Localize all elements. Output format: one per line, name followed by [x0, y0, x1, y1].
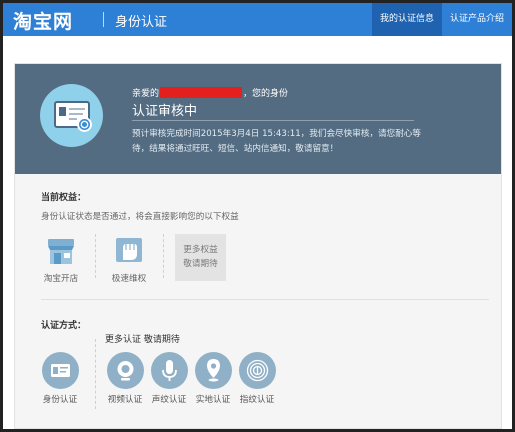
verify-badge-icon [77, 117, 92, 132]
verification-panel: 亲爱的 ，您的身份 认证审核中 预计审核完成时间2015年3月4日 15:43:… [14, 63, 502, 429]
verify-id-card[interactable]: 身份认证 [33, 352, 87, 405]
greeting-prefix: 亲爱的 [132, 89, 160, 99]
shop-icon [48, 239, 74, 264]
camera-icon [106, 352, 144, 389]
verify-fingerprint[interactable]: 指纹认证 [230, 352, 284, 405]
location-pin-icon [194, 352, 232, 389]
verify-label: 指纹认证 [239, 395, 275, 405]
benefit-label: 淘宝开店 [43, 274, 79, 284]
more-benefits-line: 更多权益 [183, 245, 218, 255]
id-card-icon [40, 84, 103, 147]
header-nav: 我的认证信息 认证产品介绍 [371, 3, 512, 36]
section-divider [41, 299, 489, 300]
benefit-divider [95, 234, 96, 278]
taobao-logo[interactable]: 淘宝网 [13, 7, 73, 34]
more-benefits-placeholder: 更多权益 敬请期待 [175, 234, 226, 281]
fist-icon [116, 238, 142, 262]
status-text: 认证审核中 [132, 104, 198, 119]
benefit-open-shop[interactable]: 淘宝开店 [39, 234, 83, 284]
id-card-photo [59, 107, 66, 116]
greeting-suffix: ，您的身份 [243, 89, 289, 99]
more-verify-title: 更多认证 敬请期待 [105, 335, 180, 345]
more-benefits-line: 敬请期待 [183, 259, 218, 269]
benefits-title: 当前权益： [41, 193, 87, 203]
header-divider [103, 12, 104, 27]
verify-label: 身份认证 [42, 395, 78, 405]
verify-methods-title: 认证方式： [41, 321, 87, 331]
nav-product-intro[interactable]: 认证产品介绍 [442, 3, 512, 36]
verify-divider [95, 339, 96, 409]
nav-my-verification[interactable]: 我的认证信息 [371, 3, 442, 36]
banner-divider [132, 120, 414, 121]
fingerprint-icon [238, 352, 276, 389]
id-card-line [69, 108, 85, 110]
page-title: 身份认证 [115, 15, 168, 30]
redacted-username [160, 87, 243, 98]
id-card-line [69, 118, 77, 120]
benefit-fast-rights[interactable]: 极速维权 [107, 234, 151, 284]
benefit-divider [163, 234, 164, 278]
id-card-line [69, 113, 83, 115]
status-banner: 亲爱的 ，您的身份 认证审核中 预计审核完成时间2015年3月4日 15:43:… [15, 64, 501, 174]
page: 淘宝网 身份认证 我的认证信息 认证产品介绍 亲爱的 ，您的身份 认证审核中 预… [3, 3, 512, 429]
microphone-icon [150, 352, 188, 389]
id-card-icon [41, 352, 79, 389]
benefits-description: 身份认证状态是否通过，将会直接影响您的以下权益 [41, 212, 239, 222]
top-header: 淘宝网 身份认证 我的认证信息 认证产品介绍 [3, 3, 512, 36]
greeting: 亲爱的 ，您的身份 [132, 86, 288, 99]
review-notice: 预计审核完成时间2015年3月4日 15:43:11，我们会尽快审核，请您耐心等… [132, 129, 421, 154]
benefit-label: 极速维权 [111, 274, 147, 284]
